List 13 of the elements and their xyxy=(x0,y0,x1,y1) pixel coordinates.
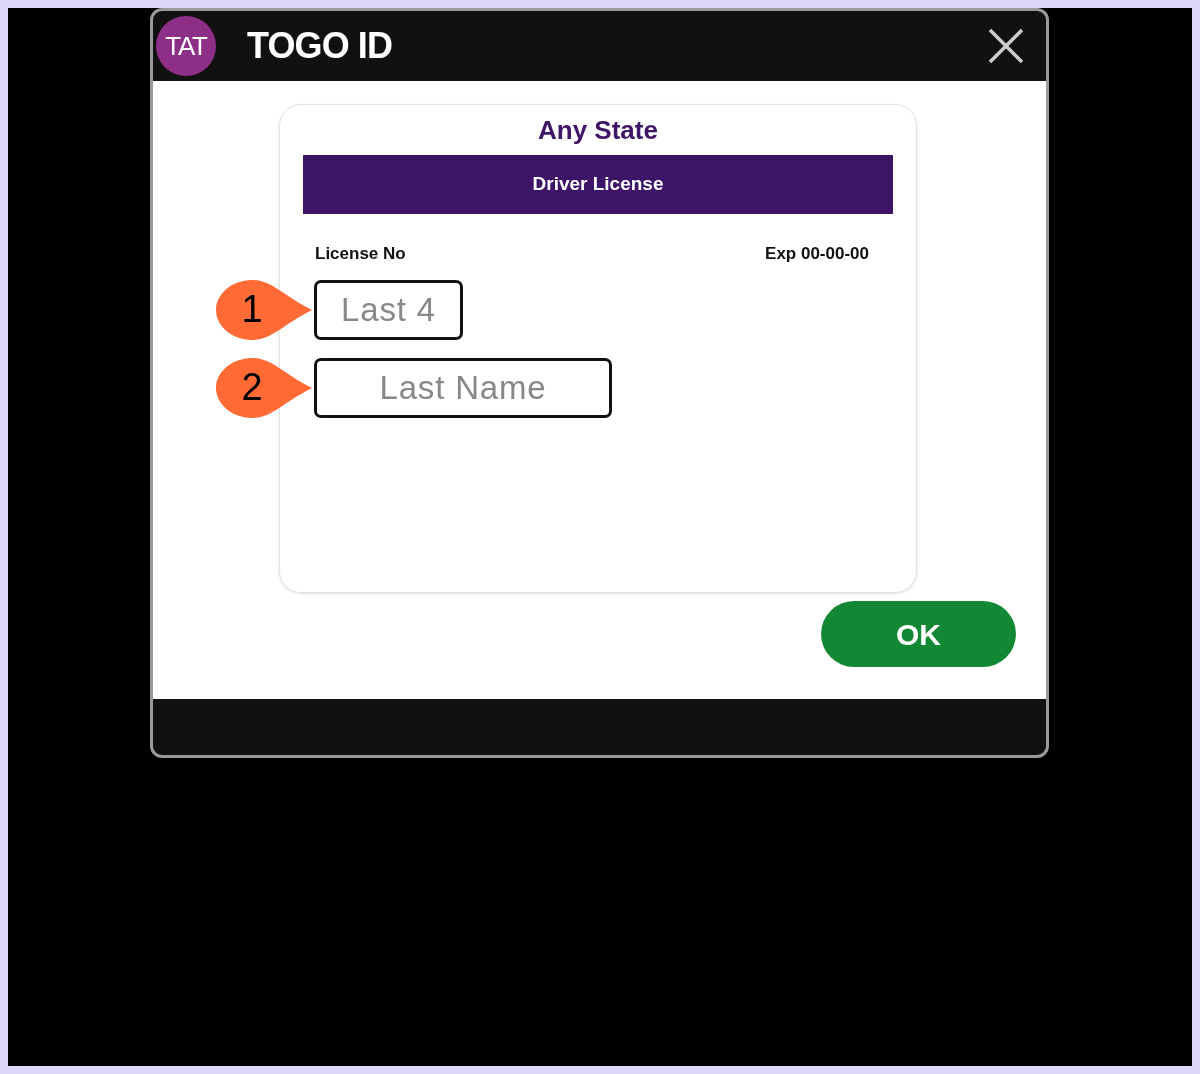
expiry-label: Exp 00-00-00 xyxy=(765,243,869,265)
text-field[interactable]: Last 4 xyxy=(314,279,463,340)
state-title: Any State xyxy=(538,114,658,147)
close-icon xyxy=(988,28,1024,64)
document-banner: Driver License xyxy=(303,155,893,214)
ok-button[interactable]: OK xyxy=(821,601,1016,667)
logo-icon: TAT xyxy=(156,16,216,76)
window-title: TOGO ID xyxy=(247,24,393,68)
close-button[interactable] xyxy=(986,26,1026,66)
step-marker: 2 xyxy=(216,356,314,419)
text-field[interactable]: Last Name xyxy=(314,357,612,418)
license-label: License No xyxy=(315,243,406,265)
step-marker: 1 xyxy=(216,278,314,341)
